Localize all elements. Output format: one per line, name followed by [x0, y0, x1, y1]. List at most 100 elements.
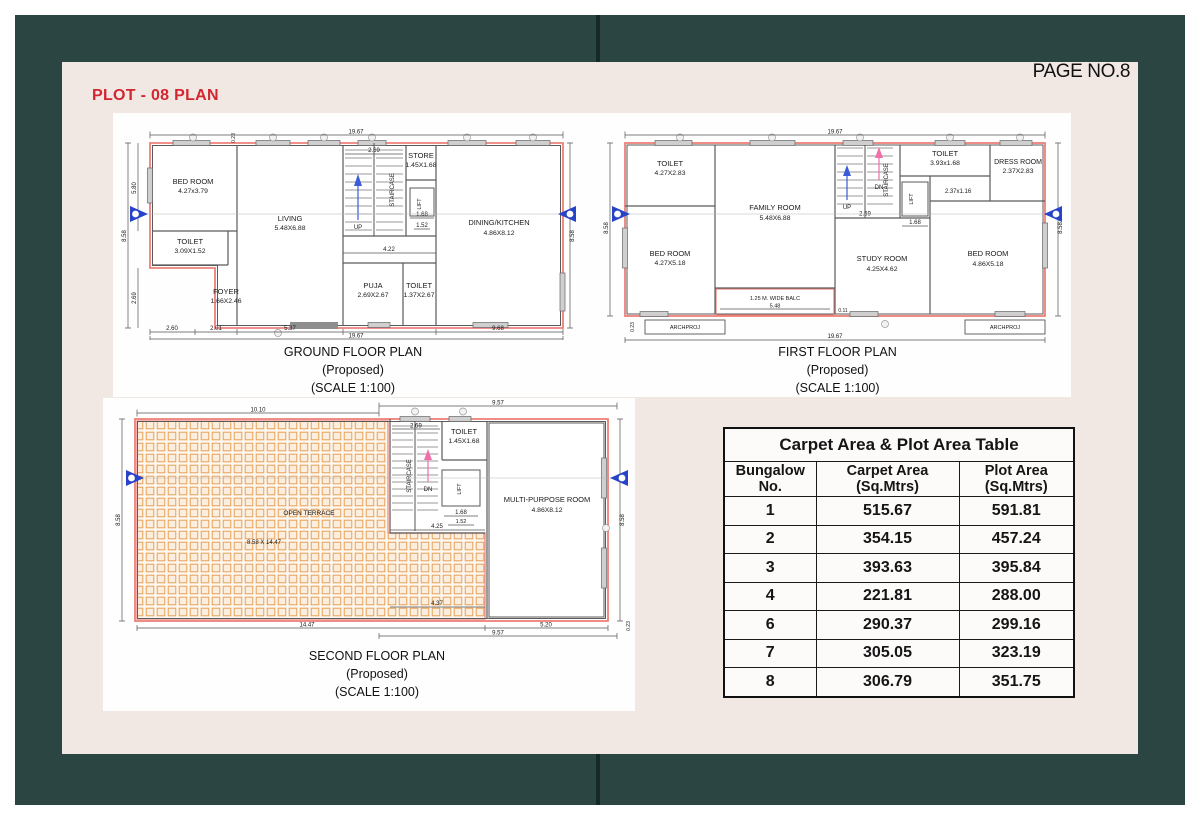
svg-text:8.58: 8.58	[1058, 222, 1064, 234]
svg-text:3.93x1.68: 3.93x1.68	[930, 160, 960, 167]
cell-bungalow: 3	[724, 554, 816, 583]
plan-title-line: GROUND FLOOR PLAN	[118, 344, 588, 362]
svg-text:8.58 X 14.47: 8.58 X 14.47	[247, 540, 282, 546]
col-header-bungalow: Bungalow No.	[724, 462, 816, 497]
svg-text:4.27X2.83: 4.27X2.83	[655, 170, 686, 177]
second-floor-title: SECOND FLOOR PLAN (Proposed) (SCALE 1:10…	[112, 648, 642, 701]
svg-text:5.48X6.88: 5.48X6.88	[760, 215, 791, 222]
ground-floor-plan: UP 19.67 0.23 8.58 5.80 2.69 8.58 2.60 2…	[118, 128, 588, 340]
svg-text:BED ROOM: BED ROOM	[968, 249, 1009, 258]
plan-scale-line: (SCALE 1:100)	[118, 380, 588, 398]
svg-text:ARCHPROJ: ARCHPROJ	[670, 325, 701, 331]
svg-text:0.11: 0.11	[838, 308, 848, 314]
table-row: 3393.63395.84	[724, 554, 1074, 583]
svg-text:2.60: 2.60	[166, 326, 178, 332]
spine-line-bottom	[596, 754, 600, 805]
svg-text:DINING/KITCHEN: DINING/KITCHEN	[468, 218, 529, 227]
svg-text:8.58: 8.58	[122, 230, 128, 242]
svg-text:TOILET: TOILET	[177, 237, 204, 246]
svg-text:BED ROOM: BED ROOM	[173, 177, 214, 186]
svg-text:8.58: 8.58	[604, 222, 610, 234]
svg-text:FAMILY ROOM: FAMILY ROOM	[749, 203, 800, 212]
cell-plot: 288.00	[959, 582, 1074, 611]
cell-plot: 591.81	[959, 497, 1074, 526]
svg-text:STUDY ROOM: STUDY ROOM	[857, 254, 908, 263]
svg-text:19.67: 19.67	[827, 334, 843, 340]
svg-text:5.48: 5.48	[770, 304, 781, 310]
svg-text:4.25X4.62: 4.25X4.62	[867, 266, 898, 273]
plan-scale-line: (SCALE 1:100)	[600, 380, 1075, 398]
plan-scale-line: (SCALE 1:100)	[112, 684, 642, 702]
svg-text:2.69: 2.69	[410, 424, 422, 430]
table-row: 8306.79351.75	[724, 668, 1074, 697]
second-floor-plan: DN 9.57 10.10 8.58 8.58 0.23 14.47 5.20 …	[112, 398, 642, 648]
cell-carpet: 354.15	[816, 525, 959, 554]
svg-text:OPEN TERRACE: OPEN TERRACE	[283, 510, 335, 517]
cell-carpet: 221.81	[816, 582, 959, 611]
svg-text:0.23: 0.23	[626, 621, 632, 631]
svg-text:1.68: 1.68	[416, 212, 428, 218]
svg-text:4.86X8.12: 4.86X8.12	[484, 230, 515, 237]
svg-text:TOILET: TOILET	[932, 149, 959, 158]
cell-plot: 351.75	[959, 668, 1074, 697]
plot-08-plan-sheet: { "page": { "page_no": "PAGE NO.8", "plo…	[0, 0, 1200, 821]
svg-text:10.10: 10.10	[250, 408, 266, 414]
svg-text:4.86X5.18: 4.86X5.18	[973, 261, 1004, 268]
svg-text:2.37X2.83: 2.37X2.83	[1003, 168, 1034, 175]
svg-text:MULTI-PURPOSE ROOM: MULTI-PURPOSE ROOM	[504, 495, 591, 504]
svg-text:4.27X5.18: 4.27X5.18	[655, 260, 686, 267]
page-number: PAGE NO.8	[990, 61, 1130, 83]
cell-carpet: 515.67	[816, 497, 959, 526]
cell-carpet: 306.79	[816, 668, 959, 697]
svg-text:0.23: 0.23	[231, 133, 237, 143]
svg-text:FOYER: FOYER	[213, 287, 239, 296]
cell-bungalow: 4	[724, 582, 816, 611]
svg-text:LIFT: LIFT	[457, 483, 463, 495]
cell-carpet: 305.05	[816, 639, 959, 668]
cell-bungalow: 7	[724, 639, 816, 668]
cell-bungalow: 8	[724, 668, 816, 697]
cell-plot: 457.24	[959, 525, 1074, 554]
first-floor-title: FIRST FLOOR PLAN (Proposed) (SCALE 1:100…	[600, 344, 1075, 397]
svg-text:1.45X1.68: 1.45X1.68	[406, 162, 437, 169]
svg-text:LIFT: LIFT	[417, 198, 423, 210]
svg-text:9.57: 9.57	[492, 401, 504, 407]
svg-text:5.37: 5.37	[284, 326, 296, 332]
table-row: 1515.67591.81	[724, 497, 1074, 526]
svg-text:DRESS ROOM: DRESS ROOM	[994, 159, 1042, 166]
svg-text:8.58: 8.58	[116, 514, 122, 526]
svg-text:2.69: 2.69	[368, 148, 380, 154]
plan-title-line: SECOND FLOOR PLAN	[112, 648, 642, 666]
svg-text:5.80: 5.80	[132, 182, 138, 194]
sf-dn-label: DN	[424, 487, 433, 493]
svg-text:STAIRCASE: STAIRCASE	[390, 173, 396, 207]
ff-walls	[625, 143, 1045, 334]
svg-text:0.23: 0.23	[630, 322, 636, 332]
svg-text:2.01: 2.01	[210, 326, 222, 332]
svg-text:1.68: 1.68	[455, 510, 467, 516]
table-row: 7305.05323.19	[724, 639, 1074, 668]
svg-text:TOILET: TOILET	[657, 159, 684, 168]
svg-text:8.58: 8.58	[620, 514, 626, 526]
plan-proposed-line: (Proposed)	[118, 362, 588, 380]
table-title: Carpet Area & Plot Area Table	[724, 428, 1074, 462]
svg-text:TOILET: TOILET	[406, 281, 433, 290]
svg-text:STAIRCASE: STAIRCASE	[884, 163, 890, 197]
ff-dn-label: DN	[875, 185, 884, 191]
svg-text:4.86X8.12: 4.86X8.12	[532, 507, 563, 514]
plan-proposed-line: (Proposed)	[112, 666, 642, 684]
svg-text:4.27x3.79: 4.27x3.79	[178, 188, 208, 195]
svg-text:2.69X2.67: 2.69X2.67	[358, 292, 389, 299]
svg-text:3.09X1.52: 3.09X1.52	[175, 248, 206, 255]
first-floor-plan: UP DN 19.67 8.58 8.58 19.67 2.69 1.68 5.…	[600, 128, 1075, 346]
spine-line-top	[596, 15, 600, 62]
svg-text:1.25 M. WIDE BALC: 1.25 M. WIDE BALC	[750, 296, 800, 302]
cell-bungalow: 1	[724, 497, 816, 526]
svg-text:1.52: 1.52	[456, 519, 467, 525]
cell-plot: 299.16	[959, 611, 1074, 640]
table-row: 2354.15457.24	[724, 525, 1074, 554]
svg-text:14.47: 14.47	[299, 623, 315, 629]
ground-floor-title: GROUND FLOOR PLAN (Proposed) (SCALE 1:10…	[118, 344, 588, 397]
svg-text:19.67: 19.67	[827, 130, 843, 136]
cell-bungalow: 6	[724, 611, 816, 640]
